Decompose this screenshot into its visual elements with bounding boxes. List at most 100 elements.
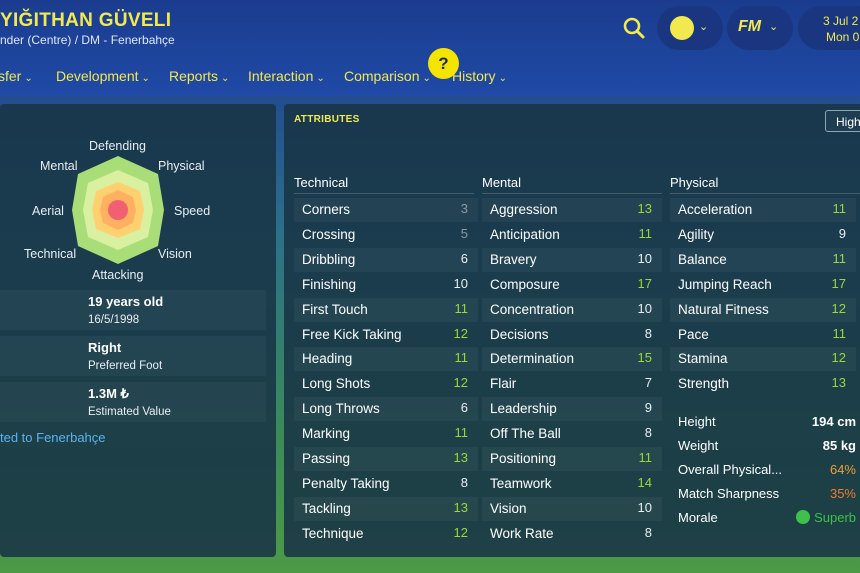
- attribute-row-teamwork[interactable]: Teamwork 14: [482, 472, 662, 496]
- date-display[interactable]: 3 Jul 2 Mon 0: [798, 6, 860, 50]
- attribute-name: Long Throws: [302, 401, 380, 417]
- attribute-name: Heading: [302, 351, 353, 367]
- attribute-row-technique[interactable]: Technique 12: [294, 522, 478, 546]
- attribute-row-long-throws[interactable]: Long Throws 6: [294, 397, 478, 422]
- attribute-name: Long Shots: [302, 376, 371, 392]
- attribute-row-passing[interactable]: Passing 13: [294, 447, 478, 471]
- attribute-row-vision[interactable]: Vision 10: [482, 496, 662, 521]
- nav-item-interaction[interactable]: Interaction ⌄: [248, 68, 325, 84]
- attribute-value: 3: [460, 201, 468, 216]
- preferred-foot-value: Right: [88, 340, 122, 355]
- nav-item-development[interactable]: Development ⌄: [56, 68, 150, 84]
- attribute-name: Anticipation: [490, 226, 560, 242]
- attribute-name: Corners: [302, 202, 351, 217]
- highlight-filter-button[interactable]: High: [825, 110, 860, 132]
- attribute-value: 11: [832, 325, 847, 341]
- attribute-row-jumping-reach[interactable]: Jumping Reach 17: [670, 273, 856, 297]
- attribute-name: Finishing: [302, 276, 357, 292]
- morale-arrow-icon: [796, 510, 811, 524]
- attribute-name: Marking: [302, 426, 351, 442]
- chevron-down-icon: ⌄: [498, 73, 507, 84]
- estimated-value-label: Estimated Value: [88, 406, 171, 418]
- attribute-row-penalty-taking[interactable]: Penalty Taking 8: [294, 472, 478, 496]
- value-row: 1.3M ₺ Estimated Value: [0, 382, 266, 422]
- attribute-row-aggression[interactable]: Aggression 13: [482, 198, 662, 222]
- nav-item-comparison[interactable]: Comparison ⌄: [344, 68, 431, 84]
- technical-header: Technical: [294, 175, 349, 190]
- attribute-row-finishing[interactable]: Finishing 10: [294, 273, 478, 297]
- attribute-value: 5: [460, 225, 468, 241]
- attribute-value: 11: [832, 201, 847, 216]
- attribute-row-strength[interactable]: Strength 13: [670, 372, 856, 396]
- transfer-history-link[interactable]: ted to Fenerbahçe: [0, 430, 106, 445]
- attribute-row-first-touch[interactable]: First Touch 11: [294, 297, 478, 322]
- attribute-row-flair[interactable]: Flair 7: [482, 372, 662, 396]
- world-menu-button[interactable]: ⌄: [657, 6, 723, 50]
- physical-divider: [670, 193, 860, 194]
- attribute-row-bravery[interactable]: Bravery 10: [482, 247, 662, 272]
- attribute-row-acceleration[interactable]: Acceleration 11: [670, 198, 856, 222]
- technical-divider: [294, 193, 474, 194]
- help-button[interactable]: ?: [428, 48, 459, 79]
- day-text: Mon 0: [826, 30, 860, 44]
- attribute-value: 13: [453, 499, 468, 515]
- attribute-row-corners[interactable]: Corners 3: [294, 198, 478, 222]
- attribute-row-natural-fitness[interactable]: Natural Fitness 12: [670, 297, 856, 322]
- chevron-down-icon: ⌄: [221, 73, 230, 84]
- stat-row-overall-physical: Overall Physical... 64%: [670, 458, 856, 482]
- attribute-row-decisions[interactable]: Decisions 8: [482, 323, 662, 347]
- fm-menu-button[interactable]: FM ⌄: [727, 6, 793, 50]
- attribute-row-determination[interactable]: Determination 15: [482, 347, 662, 372]
- attribute-value: 12: [831, 300, 846, 316]
- attribute-row-anticipation[interactable]: Anticipation 11: [482, 223, 662, 247]
- attribute-row-off-the-ball[interactable]: Off The Ball 8: [482, 422, 662, 446]
- chevron-down-icon: ⌄: [699, 21, 709, 33]
- attribute-name: Stamina: [678, 351, 728, 367]
- morale-text: Superb: [814, 510, 856, 525]
- radar-label-technical: Technical: [24, 247, 77, 261]
- nav-item-history[interactable]: History ⌄: [452, 68, 507, 84]
- attribute-row-agility[interactable]: Agility 9: [670, 223, 856, 247]
- attribute-value: 12: [453, 524, 468, 540]
- attribute-row-leadership[interactable]: Leadership 9: [482, 397, 662, 422]
- attribute-value: 11: [832, 250, 847, 266]
- nav-item-label: sfer: [0, 68, 22, 84]
- attribute-row-work-rate[interactable]: Work Rate 8: [482, 522, 662, 546]
- foot-row: Right Preferred Foot: [0, 336, 266, 376]
- attribute-value: 13: [831, 375, 846, 391]
- stat-name: Morale: [678, 510, 718, 525]
- attribute-name: Off The Ball: [490, 426, 561, 442]
- attribute-name: Tackling: [302, 500, 351, 516]
- attribute-row-pace[interactable]: Pace 11: [670, 323, 856, 347]
- attribute-row-stamina[interactable]: Stamina 12: [670, 347, 856, 372]
- attribute-name: Acceleration: [678, 202, 753, 217]
- chevron-down-icon: ⌄: [769, 21, 779, 33]
- attribute-name: Positioning: [490, 451, 557, 466]
- attribute-row-crossing[interactable]: Crossing 5: [294, 223, 478, 247]
- attribute-row-tackling[interactable]: Tackling 13: [294, 496, 478, 521]
- chevron-down-icon: ⌄: [141, 73, 150, 84]
- attribute-row-dribbling[interactable]: Dribbling 6: [294, 247, 478, 272]
- nav-item-transfer[interactable]: sfer ⌄: [0, 68, 33, 84]
- radar-label-defending: Defending: [89, 139, 146, 153]
- attribute-row-concentration[interactable]: Concentration 10: [482, 297, 662, 322]
- attribute-row-positioning[interactable]: Positioning 11: [482, 447, 662, 471]
- attribute-row-marking[interactable]: Marking 11: [294, 422, 478, 446]
- attribute-row-heading[interactable]: Heading 11: [294, 347, 478, 372]
- attribute-row-composure[interactable]: Composure 17: [482, 273, 662, 297]
- search-icon[interactable]: [622, 16, 646, 40]
- attribute-value: 17: [637, 275, 652, 291]
- attribute-value: 10: [453, 275, 468, 291]
- attribute-row-balance[interactable]: Balance 11: [670, 247, 856, 272]
- attribute-value: 14: [637, 474, 652, 490]
- attribute-value: 13: [453, 450, 468, 465]
- attribute-name: Passing: [302, 451, 351, 466]
- radar-label-mental: Mental: [40, 159, 78, 173]
- attribute-value: 10: [637, 250, 652, 266]
- preferred-foot-label: Preferred Foot: [88, 360, 163, 372]
- radar-label-speed: Speed: [174, 204, 211, 218]
- attribute-row-long-shots[interactable]: Long Shots 12: [294, 372, 478, 396]
- attribute-value: 9: [644, 400, 652, 416]
- nav-item-reports[interactable]: Reports ⌄: [169, 68, 229, 84]
- attribute-row-free-kick-taking[interactable]: Free Kick Taking 12: [294, 323, 478, 347]
